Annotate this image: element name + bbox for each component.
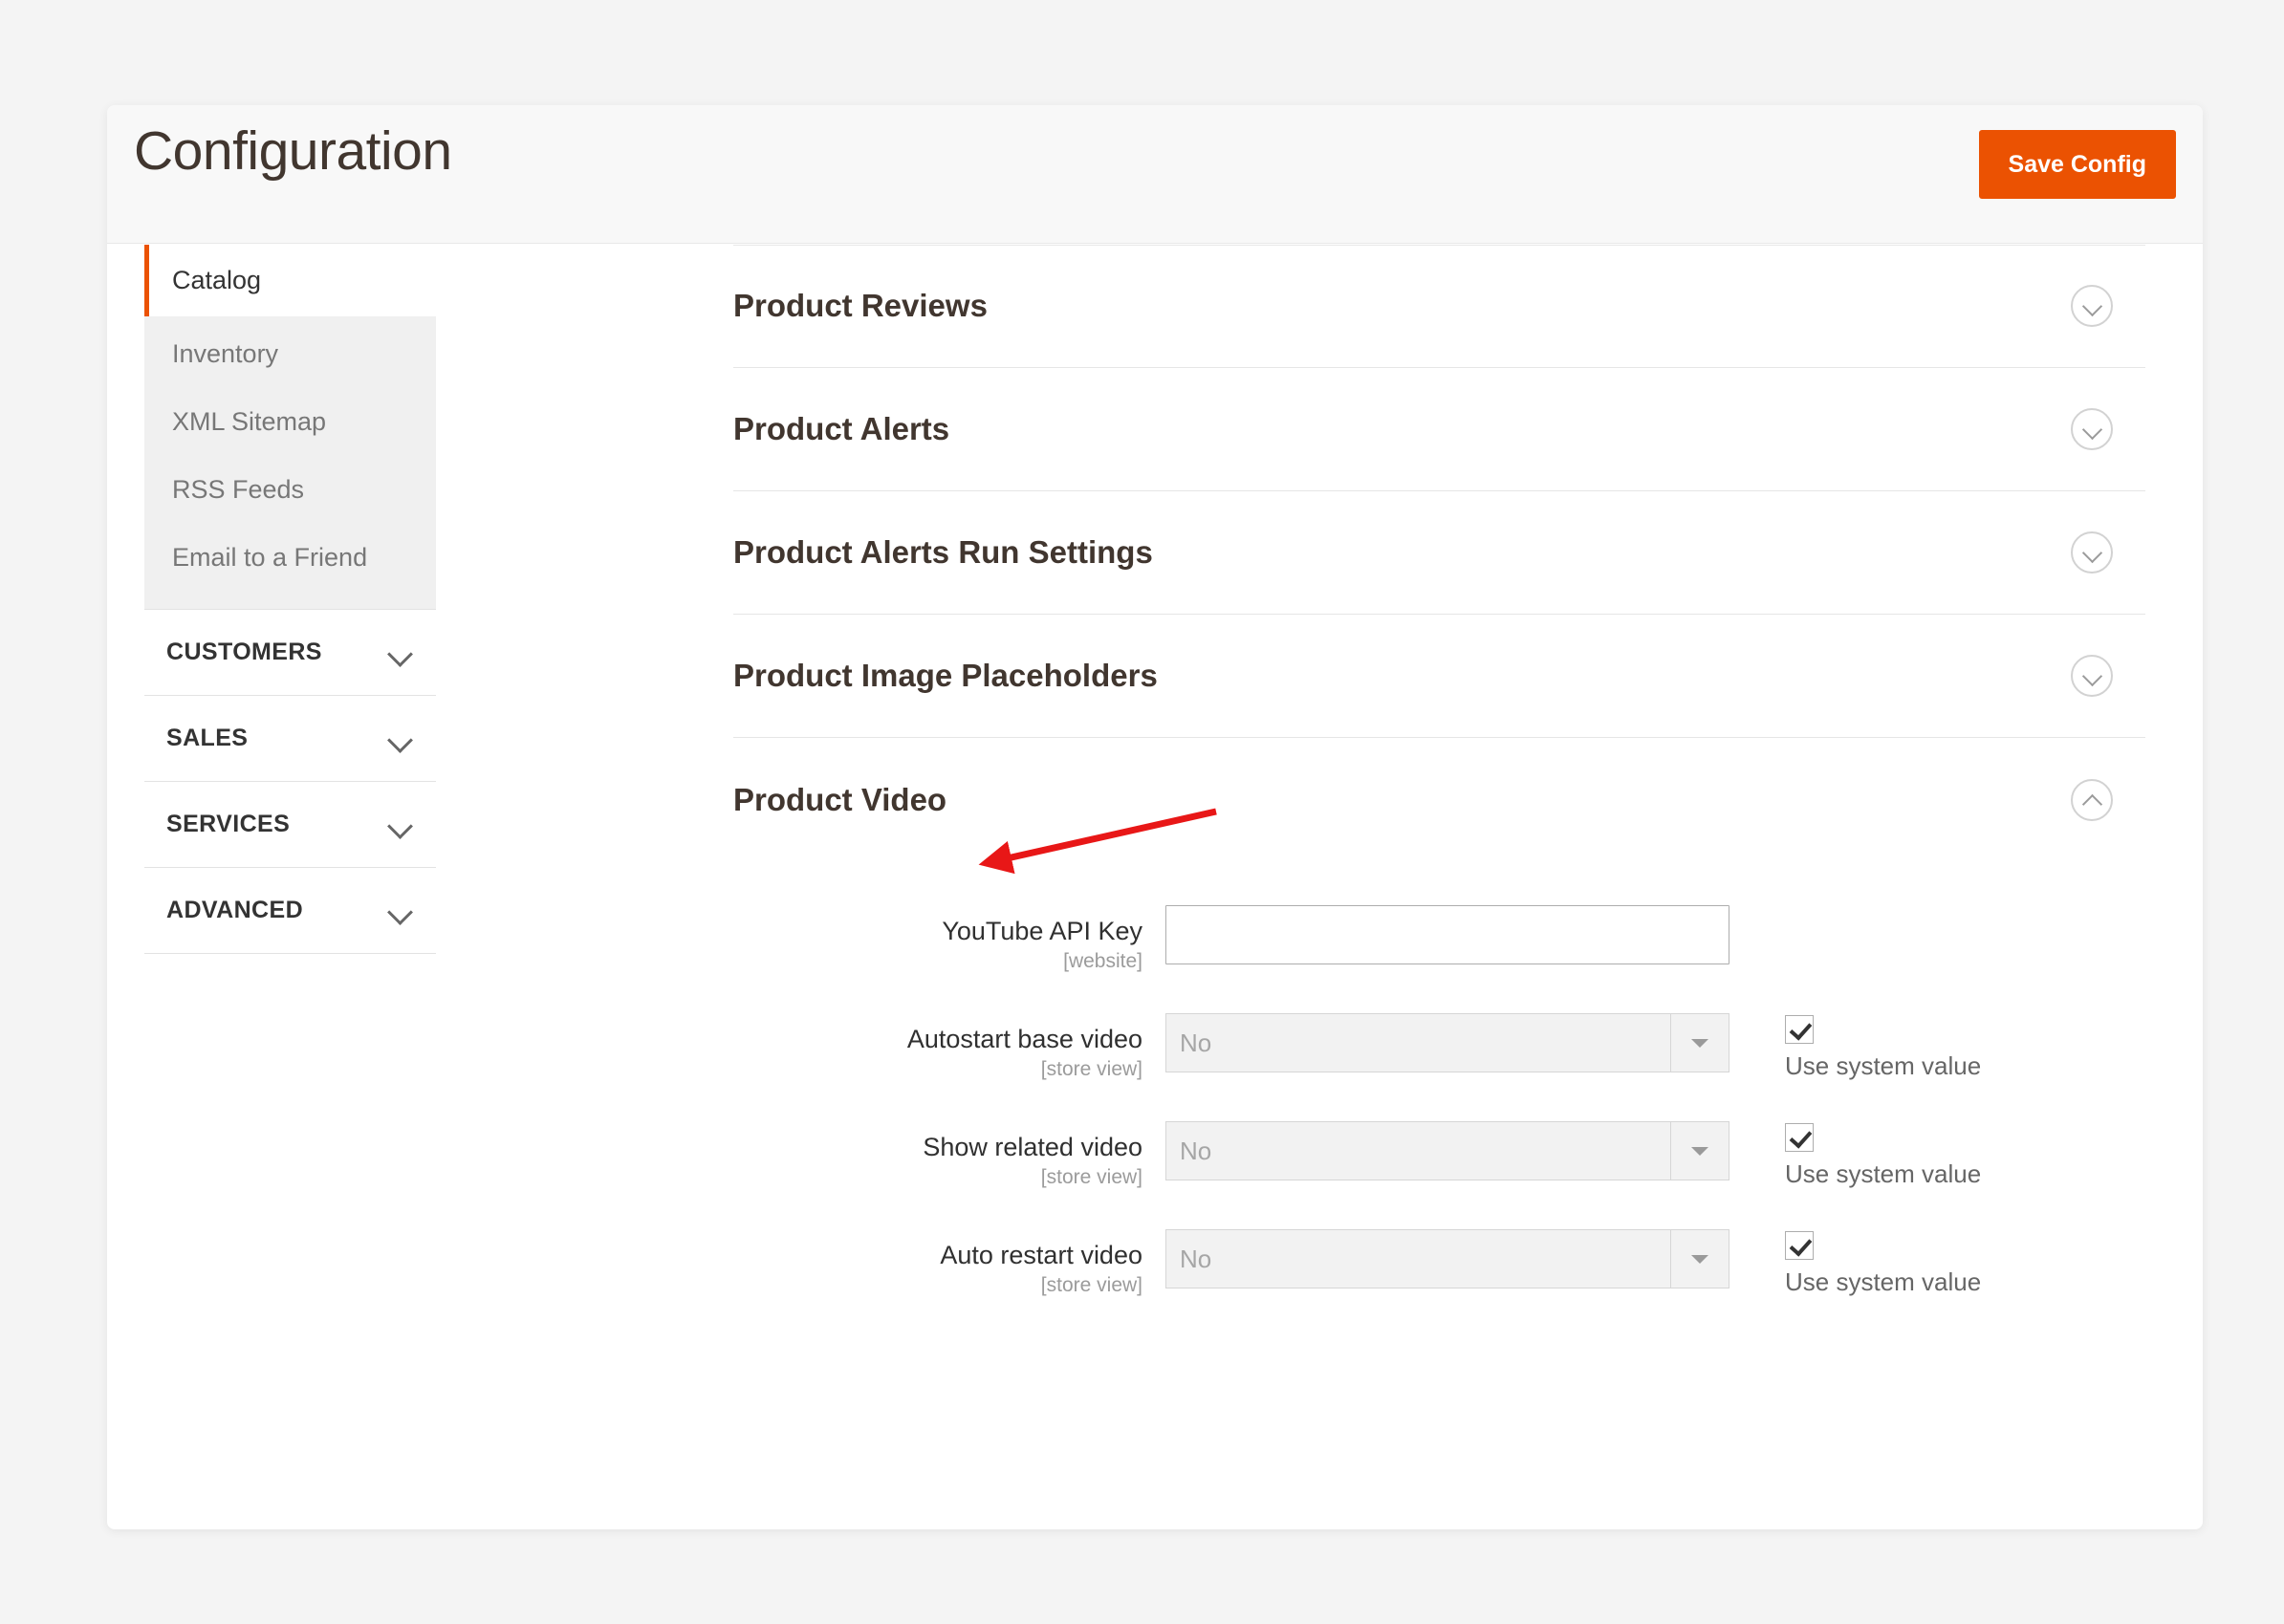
sidebar-group-label: SALES <box>166 725 249 751</box>
field-youtube-api-key: YouTube API Key [website] <box>733 905 2145 973</box>
sidebar-group-services[interactable]: SERVICES <box>144 781 436 867</box>
section-header-product-alerts[interactable]: Product Alerts <box>733 368 2145 491</box>
field-scope: [store view] <box>1040 1274 1142 1297</box>
field-auto-restart-video: Auto restart video [store view] No Use s… <box>733 1229 2145 1297</box>
show-related-video-select[interactable]: No <box>1165 1121 1729 1181</box>
field-label-group: Auto restart video [store view] <box>733 1229 1165 1297</box>
field-label: Show related video <box>923 1133 1142 1162</box>
field-label-group: YouTube API Key [website] <box>733 905 1165 973</box>
section-title: Product Image Placeholders <box>733 658 1158 693</box>
use-system-value-checkbox[interactable] <box>1785 1231 1814 1261</box>
auto-restart-video-select[interactable]: No <box>1165 1229 1729 1289</box>
sidebar-group-label: SERVICES <box>166 811 291 837</box>
field-control <box>1165 905 1729 964</box>
field-scope: [store view] <box>1040 1166 1142 1189</box>
field-show-related-video: Show related video [store view] No Use s… <box>733 1121 2145 1189</box>
sidebar-item-xml-sitemap[interactable]: XML Sitemap <box>144 388 436 456</box>
field-scope: [store view] <box>1040 1058 1142 1081</box>
field-control: No <box>1165 1121 1729 1181</box>
chevron-down-icon[interactable] <box>1670 1121 1729 1181</box>
use-system-value-checkbox[interactable] <box>1785 1123 1814 1153</box>
section-title: Product Video <box>733 781 947 817</box>
sidebar-item-label: XML Sitemap <box>172 407 327 436</box>
config-sections: Product Reviews Product Alerts Product A… <box>733 245 2145 1337</box>
use-system-value-checkbox[interactable] <box>1785 1015 1814 1045</box>
chevron-down-circle-icon[interactable] <box>2071 531 2113 574</box>
select-value: No <box>1165 1121 1670 1181</box>
section-title: Product Reviews <box>733 288 988 323</box>
system-value-group: Use system value <box>1785 1229 1981 1297</box>
sidebar-subnav: Inventory XML Sitemap RSS Feeds Email to… <box>144 316 436 609</box>
youtube-api-key-input[interactable] <box>1165 905 1729 964</box>
field-control: No <box>1165 1013 1729 1073</box>
chevron-down-icon <box>388 817 413 832</box>
select-value: No <box>1165 1229 1670 1289</box>
save-config-button[interactable]: Save Config <box>1978 130 2176 199</box>
chevron-down-icon[interactable] <box>1670 1013 1729 1073</box>
chevron-down-icon <box>388 731 413 746</box>
chevron-up-circle-icon[interactable] <box>2071 778 2113 821</box>
field-scope: [website] <box>1063 950 1142 973</box>
field-autostart-base-video: Autostart base video [store view] No Use… <box>733 1013 2145 1081</box>
chevron-down-icon <box>388 903 413 918</box>
sidebar-bottom-divider <box>144 953 436 954</box>
section-header-product-image-placeholders[interactable]: Product Image Placeholders <box>733 615 2145 738</box>
chevron-down-circle-icon[interactable] <box>2071 655 2113 697</box>
sidebar-item-label: Email to a Friend <box>172 543 368 572</box>
sidebar-item-label: Inventory <box>172 339 279 368</box>
autostart-base-video-select[interactable]: No <box>1165 1013 1729 1073</box>
system-value-group: Use system value <box>1785 1013 1981 1081</box>
section-title: Product Alerts <box>733 411 950 446</box>
sidebar-item-catalog[interactable]: Catalog <box>144 245 436 316</box>
page-header: Configuration Save Config <box>107 105 2203 244</box>
page-title: Configuration <box>134 120 452 182</box>
section-header-product-alerts-run-settings[interactable]: Product Alerts Run Settings <box>733 491 2145 615</box>
chevron-down-icon <box>388 645 413 660</box>
sidebar-item-rss-feeds[interactable]: RSS Feeds <box>144 456 436 524</box>
system-value-group: Use system value <box>1785 1121 1981 1189</box>
field-label: Autostart base video <box>906 1025 1142 1054</box>
product-video-form: YouTube API Key [website] Autostart base… <box>733 861 2145 1297</box>
chevron-down-circle-icon[interactable] <box>2071 408 2113 450</box>
select-value: No <box>1165 1013 1670 1073</box>
sidebar-group-label: ADVANCED <box>166 897 304 923</box>
sidebar-group-advanced[interactable]: ADVANCED <box>144 867 436 953</box>
field-label: YouTube API Key <box>942 917 1142 945</box>
sidebar-item-label: RSS Feeds <box>172 475 305 504</box>
sidebar-group-sales[interactable]: SALES <box>144 695 436 781</box>
sidebar-item-email-to-a-friend[interactable]: Email to a Friend <box>144 524 436 592</box>
section-title: Product Alerts Run Settings <box>733 534 1153 570</box>
field-label-group: Show related video [store view] <box>733 1121 1165 1189</box>
sidebar-group-label: CUSTOMERS <box>166 639 322 665</box>
field-control: No <box>1165 1229 1729 1289</box>
sidebar-item-label: Catalog <box>172 266 262 294</box>
use-system-value-label: Use system value <box>1785 1051 1982 1081</box>
sidebar-group-customers[interactable]: CUSTOMERS <box>144 609 436 695</box>
use-system-value-label: Use system value <box>1785 1159 1982 1189</box>
config-sidebar: Catalog Inventory XML Sitemap RSS Feeds … <box>144 245 436 954</box>
section-header-product-video[interactable]: Product Video <box>733 738 2145 861</box>
chevron-down-circle-icon[interactable] <box>2071 285 2113 327</box>
use-system-value-label: Use system value <box>1785 1267 1982 1297</box>
field-label-group: Autostart base video [store view] <box>733 1013 1165 1081</box>
chevron-down-icon[interactable] <box>1670 1229 1729 1289</box>
sidebar-item-inventory[interactable]: Inventory <box>144 320 436 388</box>
card-body: Catalog Inventory XML Sitemap RSS Feeds … <box>107 245 2203 1529</box>
section-header-product-reviews[interactable]: Product Reviews <box>733 245 2145 368</box>
configuration-card: Configuration Save Config Catalog Invent… <box>107 105 2203 1529</box>
field-label: Auto restart video <box>940 1241 1142 1270</box>
